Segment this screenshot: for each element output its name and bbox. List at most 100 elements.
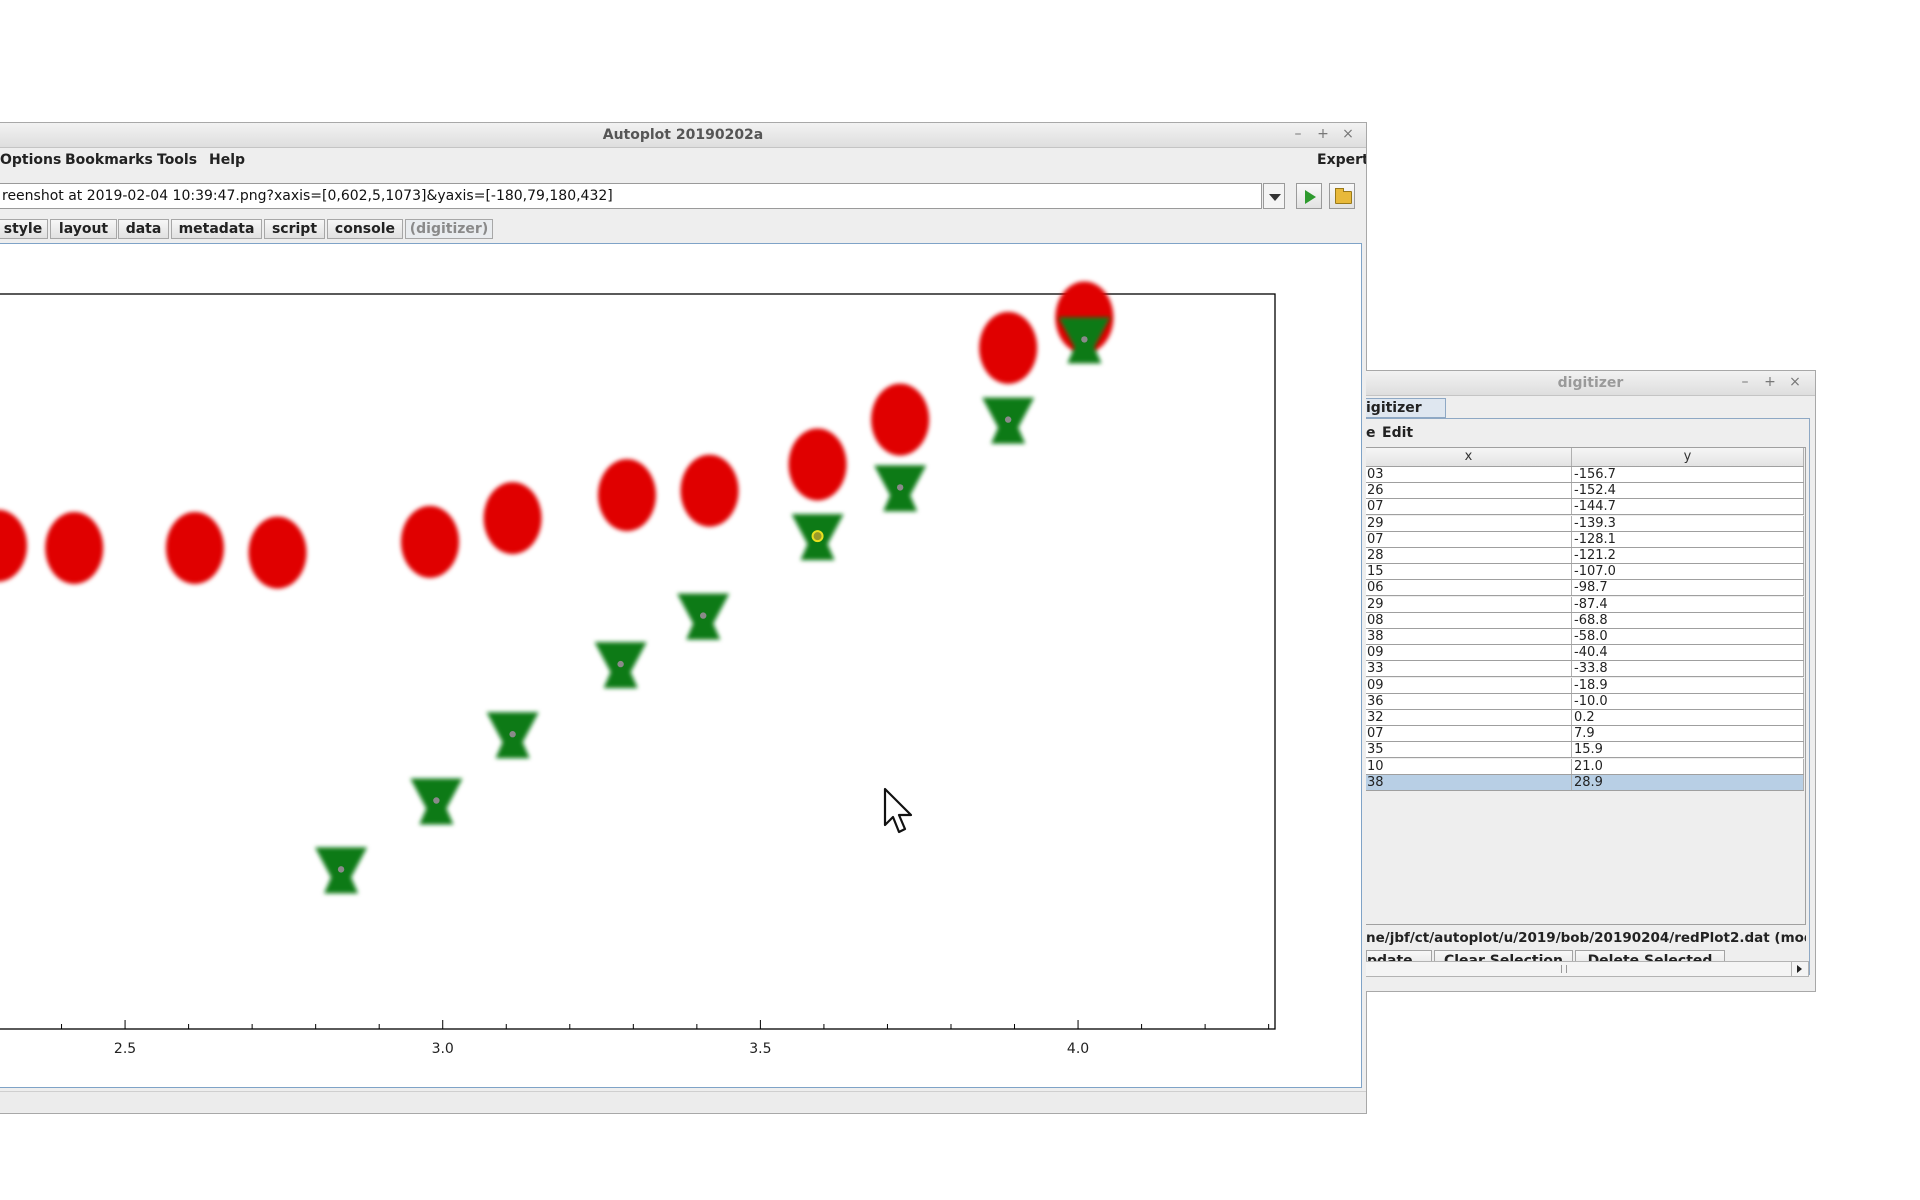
red-circle-point[interactable]	[788, 428, 847, 501]
cell-y[interactable]: 7.9	[1572, 726, 1804, 742]
cell-y[interactable]: 0.2	[1572, 710, 1804, 725]
red-circle-point[interactable]	[0, 509, 27, 582]
cell-x[interactable]: 07	[1366, 499, 1572, 515]
column-header-y[interactable]: y	[1572, 448, 1804, 466]
cell-y[interactable]: -128.1	[1572, 531, 1804, 547]
scroll-right-arrow-icon[interactable]	[1791, 962, 1808, 976]
menu-tools[interactable]: Tools	[157, 152, 197, 168]
table-row[interactable]: 07 -128.1	[1366, 531, 1804, 548]
close-button[interactable]: ×	[1339, 126, 1357, 142]
digitizer-maximize-button[interactable]: +	[1761, 374, 1779, 390]
cell-y[interactable]: 15.9	[1572, 742, 1804, 758]
browse-button[interactable]	[1329, 183, 1355, 209]
table-row[interactable]: 07 -144.7	[1366, 499, 1804, 516]
menu-file[interactable]: e	[1366, 425, 1376, 441]
cell-x[interactable]: 10	[1366, 758, 1572, 774]
expert-mode-menu[interactable]: Expert	[1317, 152, 1366, 168]
cell-x[interactable]: 07	[1366, 531, 1572, 547]
cell-x[interactable]: 33	[1366, 661, 1572, 677]
menu-options[interactable]: Options	[0, 152, 61, 168]
table-row[interactable]: 06 -98.7	[1366, 580, 1804, 597]
red-circle-point[interactable]	[401, 505, 460, 578]
cell-y[interactable]: -68.8	[1572, 612, 1804, 628]
table-row[interactable]: 32 0.2	[1366, 710, 1804, 726]
cell-y[interactable]: 21.0	[1572, 758, 1804, 774]
cell-y[interactable]: -58.0	[1572, 629, 1804, 644]
points-table[interactable]: x y 03 -156.7 26 -152.4 07 -144.7 29 -139.3 07 -1…	[1366, 447, 1806, 925]
cell-x[interactable]: 07	[1366, 726, 1572, 742]
horizontal-scrollbar[interactable]	[1366, 961, 1809, 977]
tab-layout[interactable]: layout	[50, 219, 117, 239]
table-row[interactable]: 35 15.9	[1366, 742, 1804, 759]
table-row[interactable]: 08 -68.8	[1366, 612, 1804, 629]
cell-y[interactable]: -121.2	[1572, 548, 1804, 563]
cell-x[interactable]: 08	[1366, 612, 1572, 628]
digitizer-tab[interactable]: igitizer	[1366, 398, 1446, 418]
cell-y[interactable]: -144.7	[1572, 499, 1804, 515]
cell-x[interactable]: 38	[1366, 629, 1572, 644]
table-row[interactable]: 03 -156.7	[1366, 467, 1804, 483]
cell-x[interactable]: 35	[1366, 742, 1572, 758]
tab-metadata[interactable]: metadata	[171, 219, 262, 239]
cell-y[interactable]: -40.4	[1572, 645, 1804, 661]
cell-y[interactable]: -98.7	[1572, 580, 1804, 596]
cell-x[interactable]: 09	[1366, 645, 1572, 661]
red-circle-point[interactable]	[165, 512, 224, 585]
table-row[interactable]: 38 28.9	[1366, 774, 1804, 791]
table-row[interactable]: 10 21.0	[1366, 758, 1804, 775]
main-titlebar[interactable]: Autoplot 20190202a – + ×	[0, 123, 1366, 148]
red-circle-point[interactable]	[248, 516, 307, 589]
cell-y[interactable]: -10.0	[1572, 693, 1804, 709]
red-circle-point[interactable]	[45, 512, 104, 585]
minimize-button[interactable]: –	[1289, 126, 1307, 142]
cell-x[interactable]: 28	[1366, 548, 1572, 563]
tab-script[interactable]: script	[264, 219, 325, 239]
cell-y[interactable]: 28.9	[1572, 774, 1804, 790]
table-row[interactable]: 26 -152.4	[1366, 483, 1804, 500]
cell-x[interactable]: 36	[1366, 693, 1572, 709]
table-row[interactable]: 33 -33.8	[1366, 661, 1804, 678]
menu-edit[interactable]: Edit	[1382, 425, 1413, 441]
cell-x[interactable]: 32	[1366, 710, 1572, 725]
red-circle-point[interactable]	[483, 482, 542, 555]
tab-console[interactable]: console	[327, 219, 403, 239]
plot-canvas[interactable]: 2.5 3.0 3.5 4.0	[0, 243, 1362, 1088]
digitizer-minimize-button[interactable]: –	[1736, 374, 1754, 390]
red-circle-point[interactable]	[871, 383, 930, 456]
cell-y[interactable]: -33.8	[1572, 661, 1804, 677]
table-row[interactable]: 15 -107.0	[1366, 564, 1804, 581]
scatter-plot[interactable]: 2.5 3.0 3.5 4.0	[0, 244, 1362, 1088]
cell-x[interactable]: 29	[1366, 515, 1572, 531]
cell-x[interactable]: 15	[1366, 564, 1572, 580]
cell-x[interactable]: 09	[1366, 677, 1572, 693]
digitizer-titlebar[interactable]: digitizer – + ×	[1366, 371, 1815, 396]
cell-y[interactable]: -152.4	[1572, 483, 1804, 499]
cell-y[interactable]: -107.0	[1572, 564, 1804, 580]
table-row[interactable]: 28 -121.2	[1366, 548, 1804, 564]
column-header-x[interactable]: x	[1366, 448, 1572, 466]
table-row[interactable]: 38 -58.0	[1366, 629, 1804, 645]
cell-y[interactable]: -87.4	[1572, 596, 1804, 612]
tab-style[interactable]: style	[0, 219, 48, 239]
uri-history-dropdown[interactable]	[1263, 183, 1285, 209]
table-row[interactable]: 29 -87.4	[1366, 596, 1804, 613]
cell-y[interactable]: -18.9	[1572, 677, 1804, 693]
uri-input[interactable]: reenshot at 2019-02-04 10:39:47.png?xaxi…	[0, 183, 1262, 209]
table-row[interactable]: 07 7.9	[1366, 726, 1804, 743]
red-circle-point[interactable]	[680, 454, 739, 527]
selected-point-marker[interactable]	[811, 530, 824, 543]
cell-x[interactable]: 38	[1366, 774, 1572, 790]
red-circle-point[interactable]	[597, 459, 656, 532]
table-row[interactable]: 29 -139.3	[1366, 515, 1804, 532]
table-row[interactable]: 09 -18.9	[1366, 677, 1804, 694]
scroll-thumb-grip[interactable]	[1561, 965, 1567, 973]
cell-y[interactable]: -139.3	[1572, 515, 1804, 531]
cell-x[interactable]: 03	[1366, 467, 1572, 482]
menu-help[interactable]: Help	[209, 152, 245, 168]
cell-x[interactable]: 29	[1366, 596, 1572, 612]
red-circle-point[interactable]	[979, 311, 1038, 384]
cell-x[interactable]: 26	[1366, 483, 1572, 499]
maximize-button[interactable]: +	[1314, 126, 1332, 142]
digitizer-close-button[interactable]: ×	[1786, 374, 1804, 390]
tab-data[interactable]: data	[118, 219, 169, 239]
